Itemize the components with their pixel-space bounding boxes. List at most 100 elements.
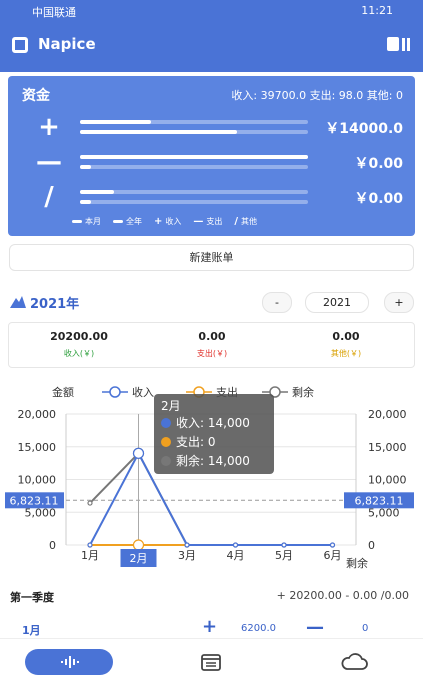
y-tick-label-right: 10,000 bbox=[368, 474, 407, 487]
plus-icon: + bbox=[202, 616, 218, 637]
x-tick-label: 3月 bbox=[178, 549, 196, 562]
legend-income: + 收入 bbox=[154, 216, 182, 227]
y-tick-label-right: 15,000 bbox=[368, 441, 407, 454]
x-tick-label: 2月 bbox=[130, 552, 148, 565]
x-tick-label: 5月 bbox=[275, 549, 293, 562]
fund-summary: 收入: 39700.0 支出: 98.0 其他: 0 bbox=[231, 89, 403, 102]
expense-value: ￥0.00 bbox=[354, 156, 403, 172]
total-expense-value: 0.00 bbox=[198, 330, 226, 343]
y-tick-label-right: 0 bbox=[368, 539, 375, 552]
y-axis-label: 金额 bbox=[52, 385, 74, 399]
month-progress-bar bbox=[80, 120, 308, 124]
quarter-header: 第一季度 + 20200.00 - 0.00 /0.00 bbox=[0, 587, 423, 607]
data-point bbox=[87, 500, 93, 506]
year-progress-bar bbox=[80, 200, 308, 204]
tooltip-row: 支出: 0 bbox=[176, 435, 216, 449]
data-point bbox=[132, 447, 145, 459]
fund-card: 资金 收入: 39700.0 支出: 98.0 其他: 0 + ￥14000.0… bbox=[8, 76, 415, 236]
legend-other: / 其他 bbox=[234, 216, 258, 227]
data-point bbox=[184, 542, 190, 548]
tooltip-dot bbox=[161, 456, 171, 466]
top-bar: 中国联通 11:21 Napice bbox=[0, 0, 423, 72]
data-point bbox=[329, 542, 336, 548]
x-tick-label: 1月 bbox=[81, 549, 99, 562]
total-income-value: 20200.00 bbox=[50, 330, 108, 343]
month-expense: 0 bbox=[362, 623, 369, 634]
year-totals: 20200.00 收入(￥) 0.00 支出(￥) 0.00 其他(￥) bbox=[8, 322, 415, 368]
nav-stats-button[interactable] bbox=[25, 649, 113, 675]
tooltip-dot bbox=[161, 418, 171, 428]
quarter-title: 第一季度 bbox=[10, 591, 54, 604]
y-tick-label-left: 15,000 bbox=[18, 441, 57, 454]
year-row: 2021年 - 2021 + bbox=[0, 290, 423, 316]
account-menu-icon[interactable] bbox=[387, 37, 411, 53]
quarter-summary: + 20200.00 - 0.00 /0.00 bbox=[276, 589, 409, 602]
total-income: 20200.00 收入(￥) bbox=[14, 330, 144, 359]
waveform-icon bbox=[61, 656, 79, 668]
legend-year: 全年 bbox=[113, 216, 142, 227]
legend-marker bbox=[109, 386, 121, 398]
x-tick-label: 6月 bbox=[324, 549, 342, 562]
year-plus-button[interactable]: + bbox=[384, 292, 414, 313]
average-label-left: 6,823.11 bbox=[10, 494, 59, 507]
fund-title: 资金 bbox=[22, 88, 50, 104]
other-value: ￥0.00 bbox=[354, 191, 403, 207]
cloud-icon[interactable] bbox=[340, 653, 368, 671]
minus-icon: — bbox=[36, 147, 62, 177]
new-bill-button[interactable]: 新建账单 bbox=[9, 244, 414, 271]
year-progress-bar bbox=[80, 165, 308, 169]
month-income: 6200.0 bbox=[241, 623, 276, 634]
monthly-chart[interactable]: 金额 收入 支出 剩余0 05,000 5,00010,000 10,00015,000 15… bbox=[0, 378, 423, 574]
app-logo-icon bbox=[12, 37, 28, 53]
app-title: Napice bbox=[38, 35, 96, 53]
year-minus-button[interactable]: - bbox=[262, 292, 292, 313]
data-point bbox=[281, 542, 287, 548]
month-progress-bar bbox=[80, 155, 308, 159]
year-value-field[interactable]: 2021 bbox=[305, 292, 369, 313]
calendar-icon[interactable] bbox=[201, 653, 221, 671]
data-point bbox=[132, 539, 145, 551]
fund-row-other: / ￥0.00 bbox=[8, 182, 415, 214]
slash-icon: / bbox=[44, 182, 54, 212]
legend-label: 收入 bbox=[132, 385, 154, 399]
fund-row-expense: — ￥0.00 bbox=[8, 147, 415, 179]
tooltip-dot bbox=[161, 437, 171, 447]
year-label: 2021年 bbox=[30, 297, 80, 312]
tooltip-title: 2月 bbox=[161, 399, 181, 413]
tooltip-row: 收入: 14,000 bbox=[176, 416, 250, 430]
tooltip-row: 剩余: 14,000 bbox=[176, 453, 250, 468]
month-progress-bar bbox=[80, 190, 308, 194]
bottom-nav bbox=[0, 638, 423, 679]
app-bar: Napice bbox=[0, 30, 423, 60]
y-tick-label-right: 20,000 bbox=[368, 408, 407, 421]
legend-expense: — 支出 bbox=[193, 216, 223, 227]
fund-legend: 本月 全年 + 收入 — 支出 / 其他 bbox=[72, 216, 257, 227]
plus-icon: + bbox=[38, 112, 60, 142]
month-row[interactable]: 1月 + 6200.0 — 0 bbox=[0, 614, 423, 638]
carrier-label: 中国联通 bbox=[32, 6, 76, 19]
y-tick-label-left: 20,000 bbox=[18, 408, 57, 421]
minus-icon: — bbox=[306, 617, 324, 638]
total-other: 0.00 其他(￥) bbox=[281, 330, 411, 359]
x-axis-extra-label: 剩余 bbox=[346, 556, 368, 570]
y-tick-label-left: 10,000 bbox=[18, 474, 57, 487]
total-expense: 0.00 支出(￥) bbox=[147, 330, 277, 359]
total-other-label: 其他(￥) bbox=[330, 349, 362, 358]
clock-label: 11:21 bbox=[361, 4, 393, 17]
data-point bbox=[87, 542, 93, 548]
total-income-label: 收入(￥) bbox=[63, 349, 95, 358]
income-value: ￥14000.0 bbox=[325, 121, 403, 137]
total-expense-label: 支出(￥) bbox=[196, 349, 228, 358]
year-icon bbox=[10, 296, 26, 308]
x-tick-label: 4月 bbox=[227, 549, 245, 562]
legend-month: 本月 bbox=[72, 216, 101, 227]
data-point bbox=[232, 542, 239, 548]
year-progress-bar bbox=[80, 130, 308, 134]
total-other-value: 0.00 bbox=[332, 330, 360, 343]
month-name: 1月 bbox=[22, 624, 41, 637]
status-bar: 中国联通 11:21 bbox=[0, 0, 423, 22]
y-tick-label-left: 0 bbox=[49, 539, 56, 552]
average-label-right: 6,823.11 bbox=[355, 494, 404, 507]
fund-row-income: + ￥14000.0 bbox=[8, 112, 415, 144]
legend-label: 剩余 bbox=[292, 385, 314, 399]
